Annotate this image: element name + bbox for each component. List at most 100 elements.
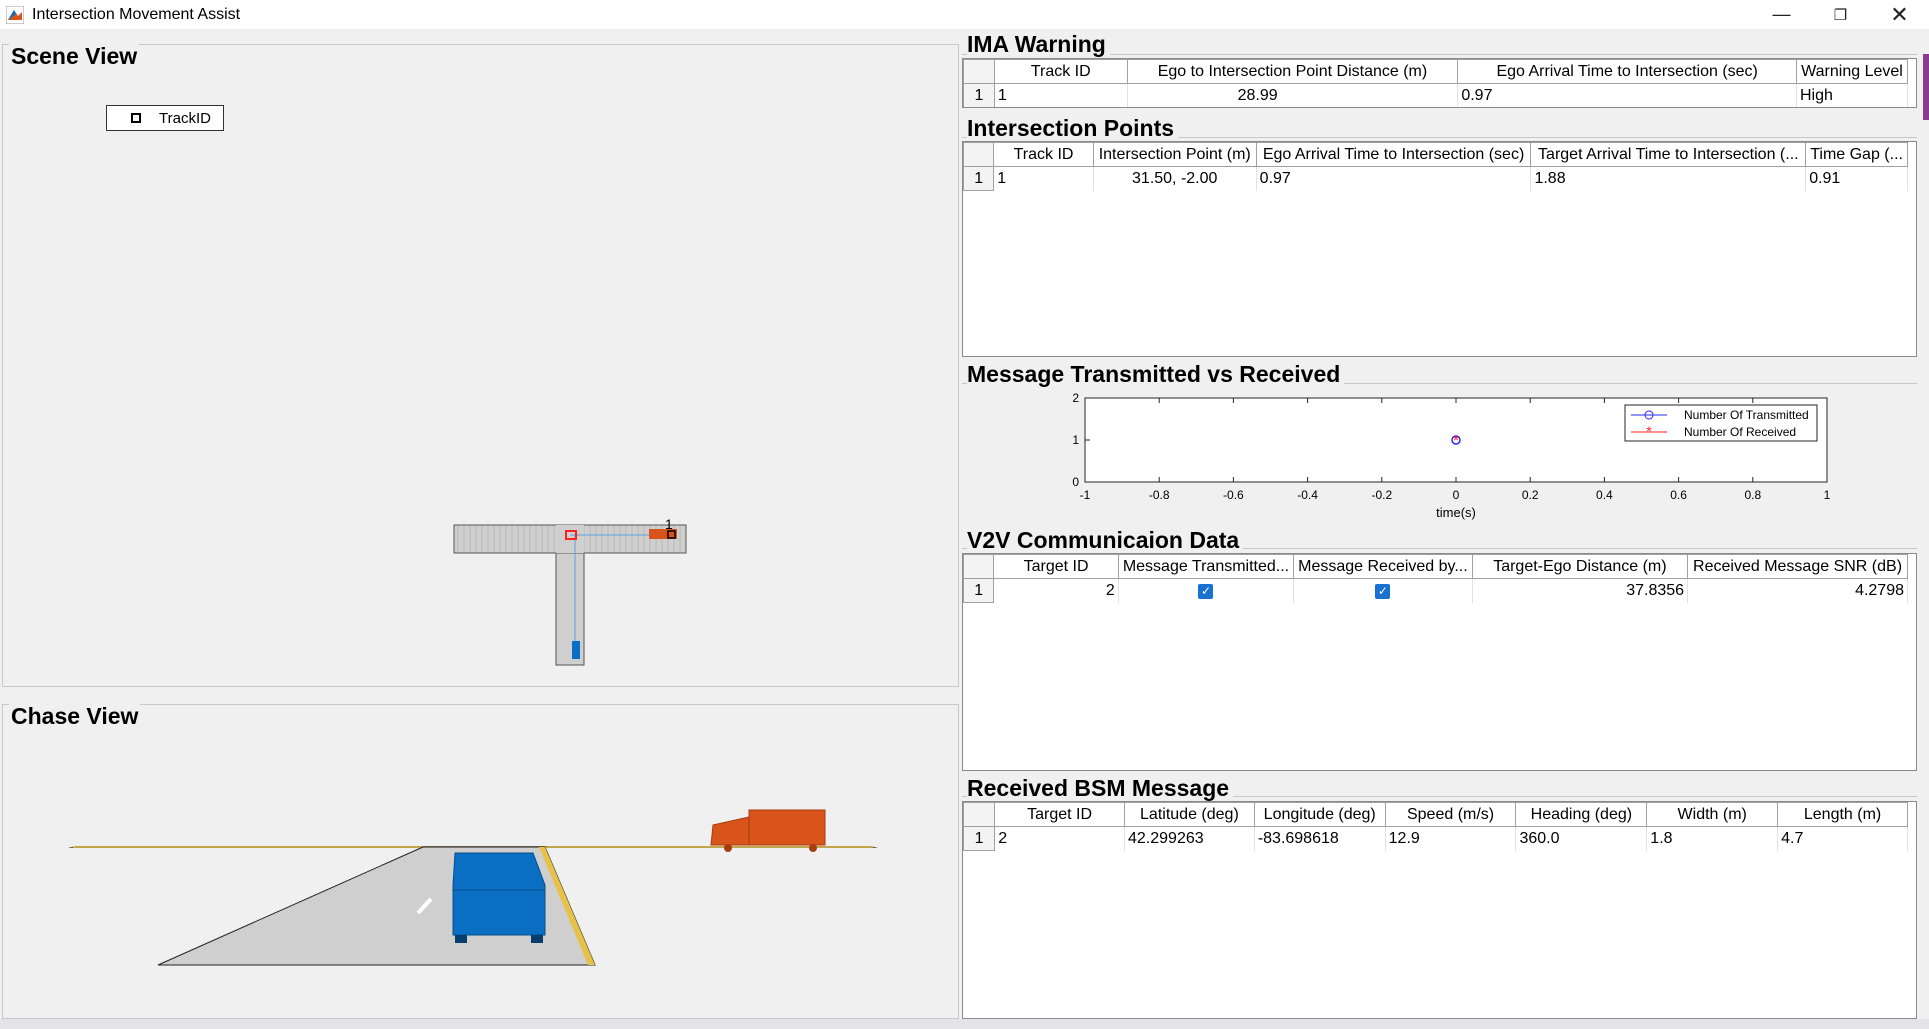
ip-cell-target-arrival[interactable]: 1.88 (1530, 166, 1807, 191)
ima-row-index: 1 (963, 83, 995, 107)
bsm-table[interactable]: Target ID Latitude (deg) Longitude (deg)… (962, 801, 1917, 1019)
ip-col-time-gap[interactable]: Time Gap (... (1805, 142, 1908, 167)
bsm-col-latitude[interactable]: Latitude (deg) (1124, 802, 1255, 827)
intersection-points-title: Intersection Points (967, 115, 1179, 142)
window-title: Intersection Movement Assist (32, 5, 241, 23)
x-tick-label: -1 (1080, 488, 1091, 502)
v2v-col-received[interactable]: Message Received by... (1293, 554, 1473, 579)
minimize-button[interactable]: — (1752, 0, 1811, 29)
legend-transmitted-label: Number Of Transmitted (1684, 408, 1809, 422)
y-tick-label: 2 (1072, 391, 1079, 405)
table-row[interactable]: 1 1 31.50, -2.00 0.97 1.88 0.91 (963, 166, 1908, 191)
x-tick-label: -0.4 (1297, 488, 1318, 502)
ip-col-target-arrival[interactable]: Target Arrival Time to Intersection (... (1530, 142, 1807, 167)
bsm-cell-width[interactable]: 1.8 (1646, 826, 1779, 851)
ima-cell-distance[interactable]: 28.99 (1127, 83, 1459, 107)
window-titlebar: Intersection Movement Assist — ❐ ✕ (0, 0, 1929, 29)
bsm-cell-length[interactable]: 4.7 (1777, 826, 1908, 851)
v2v-cell-received[interactable]: ✓ (1293, 578, 1473, 603)
bsm-cell-longitude[interactable]: -83.698618 (1254, 826, 1386, 851)
bsm-title: Received BSM Message (967, 775, 1234, 802)
restore-icon: ❐ (1833, 6, 1848, 24)
v2v-cell-target-id[interactable]: 2 (993, 578, 1119, 603)
bsm-col-heading[interactable]: Heading (deg) (1515, 802, 1648, 827)
close-button[interactable]: ✕ (1870, 0, 1929, 29)
ip-cell-track-id[interactable]: 1 (993, 166, 1094, 191)
v2v-cell-transmitted[interactable]: ✓ (1118, 578, 1295, 603)
ego-vehicle-3d (452, 852, 546, 943)
ip-cell-time-gap[interactable]: 0.91 (1805, 166, 1908, 191)
matlab-app-icon (6, 5, 24, 24)
ip-cell-ego-arrival[interactable]: 0.97 (1256, 166, 1532, 191)
v2v-col-transmitted[interactable]: Message Transmitted... (1117, 554, 1295, 579)
bsm-row-index: 1 (963, 826, 996, 851)
scene-birdseye-plot[interactable]: 1 (449, 475, 689, 675)
bsm-header-corner (963, 802, 996, 827)
close-icon: ✕ (1890, 1, 1909, 27)
intersection-points-table[interactable]: Track ID Intersection Point (m) Ego Arri… (962, 141, 1917, 357)
x-tick-label: 0 (1453, 488, 1460, 502)
ima-warning-table[interactable]: Track ID Ego to Intersection Point Dista… (962, 58, 1917, 108)
ip-row-index: 1 (963, 166, 995, 191)
minimize-icon: — (1772, 4, 1791, 24)
ip-col-track-id[interactable]: Track ID (993, 142, 1094, 167)
x-tick-label: -0.2 (1371, 488, 1392, 502)
ima-col-warning-level[interactable]: Warning Level (1795, 59, 1909, 84)
ima-cell-track-id[interactable]: 1 (994, 83, 1128, 107)
ip-cell-intersection-point[interactable]: 31.50, -2.00 (1093, 166, 1257, 191)
legend-asterisk-icon: * (1646, 423, 1652, 439)
ip-col-ego-arrival[interactable]: Ego Arrival Time to Intersection (sec) (1255, 142, 1532, 167)
bsm-col-target-id[interactable]: Target ID (994, 802, 1125, 827)
v2v-cell-snr[interactable]: 4.2798 (1687, 578, 1908, 603)
x-tick-label: -0.6 (1223, 488, 1244, 502)
ima-col-arrival-time[interactable]: Ego Arrival Time to Intersection (sec) (1457, 59, 1797, 84)
v2v-header-corner (963, 554, 995, 579)
chase-view-title: Chase View (9, 703, 141, 729)
v2v-col-distance[interactable]: Target-Ego Distance (m) (1471, 554, 1689, 579)
legend-trackid-label: TrackID (159, 109, 211, 127)
chase-view-3d-scene[interactable] (63, 795, 883, 995)
x-tick-label: 0.4 (1596, 488, 1613, 502)
bsm-col-width[interactable]: Width (m) (1646, 802, 1779, 827)
message-chart[interactable]: -1 -0.8 -0.6 -0.4 -0.2 0 0.2 0.4 0.6 0.8 1 0 1 2 * t… (962, 388, 1917, 520)
bsm-cell-target-id[interactable]: 2 (994, 826, 1125, 851)
scene-legend: TrackID (106, 105, 224, 131)
x-tick-label: 0.6 (1670, 488, 1687, 502)
message-chart-title: Message Transmitted vs Received (967, 361, 1345, 388)
ima-col-distance[interactable]: Ego to Intersection Point Distance (m) (1126, 59, 1459, 84)
table-row[interactable]: 1 2 42.299263 -83.698618 12.9 360.0 1.8 … (963, 826, 1908, 851)
v2v-cell-distance[interactable]: 37.8356 (1472, 578, 1689, 603)
track-marker-label: 1 (665, 516, 673, 532)
x-tick-label: 0.2 (1522, 488, 1539, 502)
bsm-col-length[interactable]: Length (m) (1777, 802, 1908, 827)
bsm-col-speed[interactable]: Speed (m/s) (1384, 802, 1517, 827)
v2v-col-snr[interactable]: Received Message SNR (dB) (1687, 554, 1908, 579)
checkbox-checked-icon[interactable]: ✓ (1375, 583, 1391, 599)
v2v-table[interactable]: Target ID Message Transmitted... Message… (962, 553, 1917, 771)
ima-warning-title: IMA Warning (967, 31, 1110, 58)
y-tick-label: 0 (1072, 475, 1079, 489)
ima-cell-arrival-time[interactable]: 0.97 (1457, 83, 1797, 107)
v2v-title: V2V Communicaion Data (967, 527, 1244, 554)
ima-col-track-id[interactable]: Track ID (993, 59, 1128, 84)
v2v-col-target-id[interactable]: Target ID (993, 554, 1119, 579)
bsm-cell-heading[interactable]: 360.0 (1515, 826, 1648, 851)
ima-cell-warning-level[interactable]: High (1796, 83, 1909, 107)
series-1-point[interactable]: * (1453, 433, 1459, 450)
table-row[interactable]: 1 2 ✓ ✓ 37.8356 4.2798 (963, 578, 1908, 603)
ip-header-corner (963, 142, 995, 167)
restore-button[interactable]: ❐ (1811, 0, 1870, 29)
square-marker-icon (131, 113, 141, 123)
bsm-cell-speed[interactable]: 12.9 (1385, 826, 1517, 851)
x-tick-label: -0.8 (1149, 488, 1170, 502)
table-row[interactable]: 1 1 28.99 0.97 High (963, 83, 1909, 107)
legend-received-label: Number Of Received (1684, 425, 1796, 439)
adjacent-window-edge (1923, 54, 1929, 120)
ip-col-intersection-point[interactable]: Intersection Point (m) (1092, 142, 1257, 167)
bsm-col-longitude[interactable]: Longitude (deg) (1253, 802, 1386, 827)
checkbox-checked-icon[interactable]: ✓ (1198, 583, 1214, 599)
chase-view-panel: Chase View (2, 703, 959, 1019)
ego-vehicle-top (572, 641, 580, 659)
bsm-cell-latitude[interactable]: 42.299263 (1124, 826, 1255, 851)
v2v-row-index: 1 (963, 578, 995, 603)
